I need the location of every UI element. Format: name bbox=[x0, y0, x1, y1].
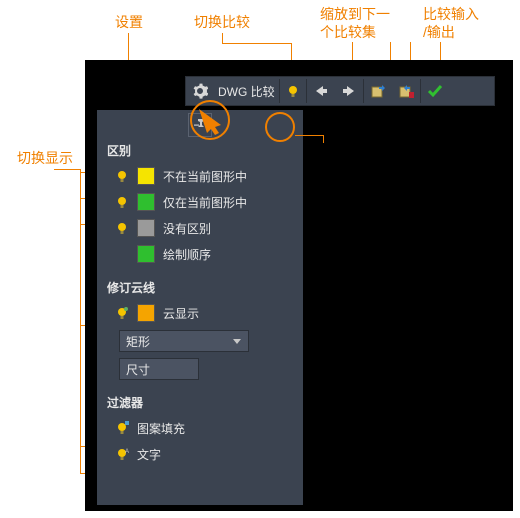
app-window: DWG 比较 区别 不在当前图 bbox=[85, 60, 513, 511]
next-diff-button[interactable] bbox=[335, 77, 363, 105]
swatch-cloud-display[interactable] bbox=[137, 304, 155, 322]
arrow-right-icon bbox=[341, 84, 357, 98]
export-icon bbox=[398, 83, 414, 99]
bulb-cloud-icon bbox=[115, 306, 129, 320]
label-only-in-current: 仅在当前图形中 bbox=[163, 194, 247, 211]
bulb-text-icon: A bbox=[115, 447, 129, 461]
compare-toolbar: DWG 比较 bbox=[185, 76, 495, 106]
gear-icon bbox=[192, 83, 208, 99]
swatch-no-diff[interactable] bbox=[137, 219, 155, 237]
row-filter-text: A 文字 bbox=[97, 441, 303, 467]
highlight-circle-pin bbox=[265, 112, 295, 142]
toggle-cloud-display[interactable] bbox=[115, 306, 129, 320]
callout-settings: 设置 bbox=[115, 14, 143, 32]
callout-toggle-display: 切换显示 bbox=[17, 150, 73, 168]
chevron-down-icon bbox=[232, 336, 242, 346]
cloud-size-value: 尺寸 bbox=[126, 361, 150, 378]
row-filter-hatch: 图案填充 bbox=[97, 415, 303, 441]
toggle-compare-button[interactable] bbox=[280, 77, 306, 105]
bulb-icon bbox=[115, 195, 129, 209]
toggle-filter-text[interactable]: A bbox=[115, 447, 129, 461]
callout-zoom-next: 缩放到下一 个比较集 bbox=[320, 6, 390, 41]
label-filter-text: 文字 bbox=[137, 446, 161, 463]
row-only-in-current: 仅在当前图形中 bbox=[97, 189, 303, 215]
toggle-only-in-current[interactable] bbox=[115, 195, 129, 209]
check-icon bbox=[427, 83, 443, 99]
label-filter-hatch: 图案填充 bbox=[137, 420, 185, 437]
label-draw-order: 绘制顺序 bbox=[163, 246, 211, 263]
bulb-hatch-icon bbox=[115, 421, 129, 435]
import-icon bbox=[370, 83, 386, 99]
svg-text:A: A bbox=[125, 449, 129, 455]
label-not-in-current: 不在当前图形中 bbox=[163, 168, 247, 185]
row-no-diff: 没有区别 bbox=[97, 215, 303, 241]
row-cloud-display: 云显示 bbox=[97, 300, 303, 326]
compare-export-button[interactable] bbox=[392, 77, 420, 105]
swatch-not-in-current[interactable] bbox=[137, 167, 155, 185]
row-not-in-current: 不在当前图形中 bbox=[97, 163, 303, 189]
compare-import-button[interactable] bbox=[364, 77, 392, 105]
swatch-only-in-current[interactable] bbox=[137, 193, 155, 211]
toggle-filter-hatch[interactable] bbox=[115, 421, 129, 435]
toolbar-title: DWG 比较 bbox=[214, 83, 279, 100]
label-cloud-display: 云显示 bbox=[163, 305, 199, 322]
toggle-not-in-current[interactable] bbox=[115, 169, 129, 183]
bulb-icon bbox=[115, 169, 129, 183]
bulb-icon bbox=[115, 221, 129, 235]
cloud-shape-value: 矩形 bbox=[126, 333, 150, 350]
row-draw-order: 绘制顺序 bbox=[97, 241, 303, 267]
big-arrow-icon bbox=[195, 105, 225, 135]
section-filter-title: 过滤器 bbox=[97, 380, 303, 415]
toggle-no-diff[interactable] bbox=[115, 221, 129, 235]
callout-compare-io: 比较输入 /输出 bbox=[423, 6, 479, 41]
section-revcloud-title: 修订云线 bbox=[97, 267, 303, 300]
bulb-icon bbox=[286, 84, 300, 98]
callout-toggle-compare: 切换比较 bbox=[194, 14, 250, 32]
settings-panel: 区别 不在当前图形中 仅在当前图形中 没有区别 绘制顺序 修订云线 云显示 bbox=[97, 110, 303, 505]
cloud-shape-select[interactable]: 矩形 bbox=[119, 330, 249, 352]
cloud-size-input[interactable]: 尺寸 bbox=[119, 358, 199, 380]
confirm-button[interactable] bbox=[421, 77, 449, 105]
arrow-left-icon bbox=[313, 84, 329, 98]
swatch-draw-order[interactable] bbox=[137, 245, 155, 263]
label-no-diff: 没有区别 bbox=[163, 220, 211, 237]
prev-diff-button[interactable] bbox=[307, 77, 335, 105]
